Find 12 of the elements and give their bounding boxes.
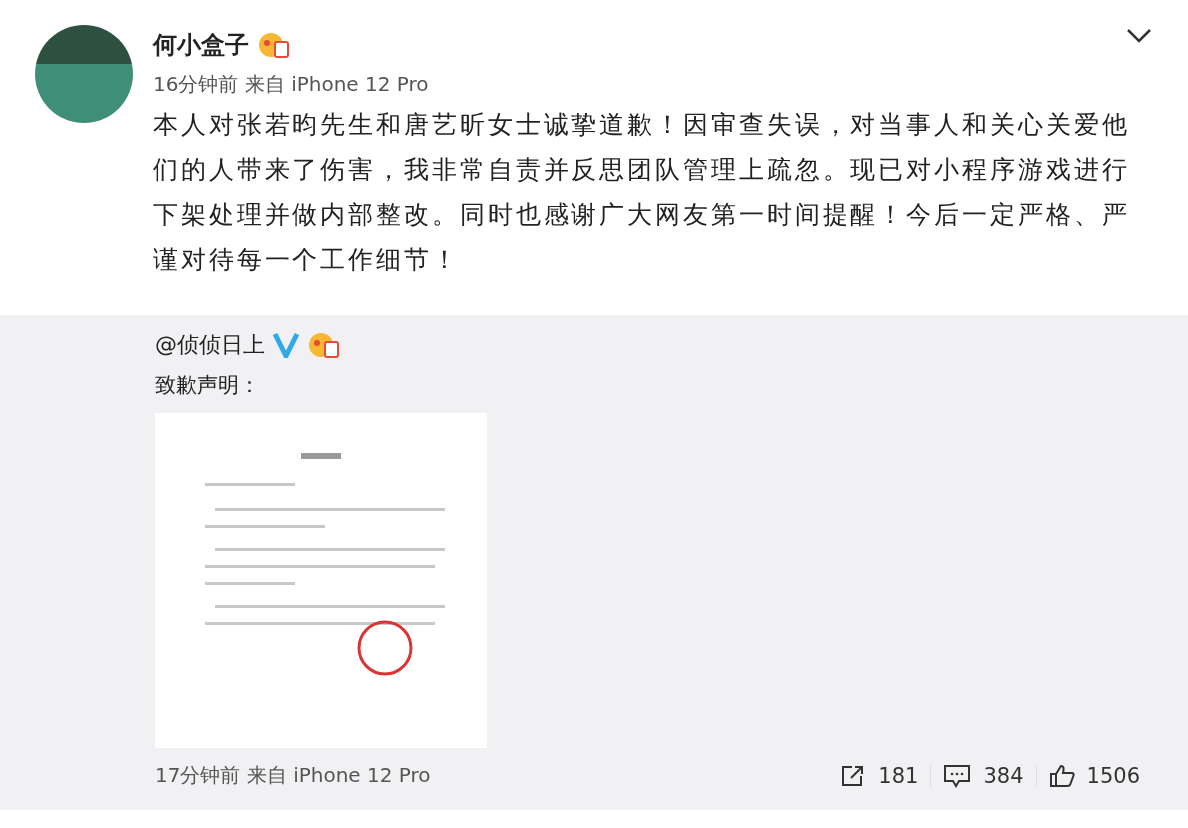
chevron-down-icon[interactable] xyxy=(1126,28,1152,44)
author-name[interactable]: 何小盒子 xyxy=(153,29,249,61)
post-time-source: 16分钟前 来自 iPhone 12 Pro xyxy=(153,71,430,98)
repost-time-source: 17分钟前 来自 iPhone 12 Pro xyxy=(155,762,431,789)
like-button[interactable]: 1506 xyxy=(1036,763,1152,788)
post-text: 本人对张若昀先生和唐艺昕女士诚挚道歉！因审查失误，对当事人和关心关爱他们的人带来了伤害，我非常自责并反思团队管理上疏忽。现已对小程序游戏进行下架处理并做内部整改。同时也感谢广大网友第一时间提醒！今后一定严格、严谨对待每一个工作细节！ xyxy=(153,109,1131,276)
thumbs-up-icon xyxy=(1048,763,1075,788)
share-button[interactable]: 181 xyxy=(828,763,931,788)
repost-text: 致歉声明： xyxy=(155,372,261,399)
reposted-author-link[interactable]: @侦侦日上 xyxy=(155,330,265,360)
comment-button[interactable]: 384 xyxy=(931,763,1036,788)
comment-icon xyxy=(943,763,972,788)
